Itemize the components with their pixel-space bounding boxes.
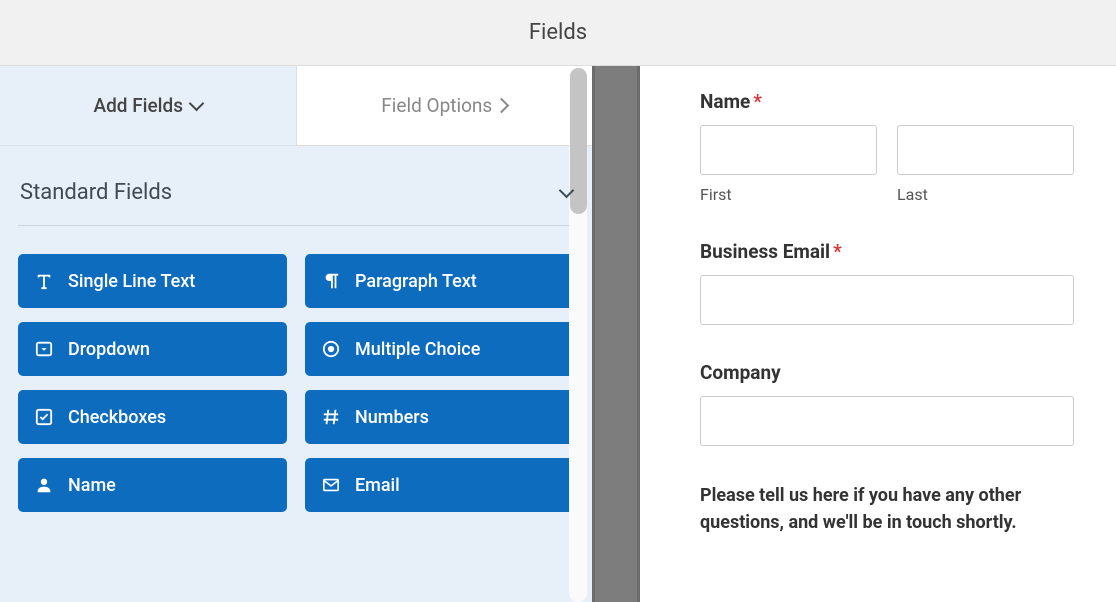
hash-icon	[321, 407, 341, 427]
tab-field-options[interactable]: Field Options	[297, 66, 593, 146]
field-multiple-choice[interactable]: Multiple Choice	[305, 322, 574, 376]
checkbox-icon	[34, 407, 54, 427]
tab-label: Field Options	[381, 94, 492, 117]
envelope-icon	[321, 475, 341, 495]
paragraph-icon	[321, 271, 341, 291]
name-row: First Last	[700, 125, 1074, 204]
page-header: Fields	[0, 0, 1116, 66]
required-asterisk: *	[753, 90, 762, 113]
company-input[interactable]	[700, 396, 1074, 446]
field-label: Name	[68, 475, 116, 496]
field-paragraph-text[interactable]: Paragraph Text	[305, 254, 574, 308]
text-icon	[34, 271, 54, 291]
user-icon	[34, 475, 54, 495]
email-input[interactable]	[700, 275, 1074, 325]
field-email[interactable]: Email	[305, 458, 574, 512]
tab-label: Add Fields	[93, 94, 183, 117]
label-email: Business Email*	[700, 240, 1074, 263]
form-group-name[interactable]: Name* First Last	[700, 90, 1074, 204]
chevron-down-icon	[189, 95, 205, 111]
label-text: Company	[700, 361, 781, 384]
label-name: Name*	[700, 90, 1074, 113]
field-label: Single Line Text	[68, 271, 195, 292]
form-hint-text: Please tell us here if you have any othe…	[700, 482, 1074, 536]
form-group-company[interactable]: Company	[700, 361, 1074, 446]
field-dropdown[interactable]: Dropdown	[18, 322, 287, 376]
field-label: Numbers	[355, 407, 429, 428]
section-standard-fields[interactable]: Standard Fields	[18, 166, 574, 226]
form-group-email[interactable]: Business Email*	[700, 240, 1074, 325]
form-preview: Name* First Last Business Email* Co	[640, 66, 1116, 602]
field-name[interactable]: Name	[18, 458, 287, 512]
field-label: Checkboxes	[68, 407, 166, 428]
chevron-right-icon	[494, 98, 510, 114]
name-first-col: First	[700, 125, 877, 204]
field-label: Multiple Choice	[355, 339, 480, 360]
fields-list-panel: Standard Fields Single Line Text Paragra…	[0, 146, 592, 602]
field-single-line-text[interactable]: Single Line Text	[18, 254, 287, 308]
divider-gutter	[592, 66, 640, 602]
fields-panel: Add Fields Field Options Standard Fields…	[0, 66, 592, 602]
field-label: Dropdown	[68, 339, 150, 360]
required-asterisk: *	[833, 240, 842, 263]
label-text: Business Email	[700, 240, 830, 263]
first-name-input[interactable]	[700, 125, 877, 175]
sublabel-last: Last	[897, 185, 1074, 204]
field-checkboxes[interactable]: Checkboxes	[18, 390, 287, 444]
label-company: Company	[700, 361, 1074, 384]
panel-tabs: Add Fields Field Options	[0, 66, 592, 146]
field-label: Email	[355, 475, 400, 496]
field-grid: Single Line Text Paragraph Text Dropdown	[18, 226, 574, 512]
tab-add-fields[interactable]: Add Fields	[0, 66, 297, 146]
page-title: Fields	[529, 20, 587, 45]
main-layout: Add Fields Field Options Standard Fields…	[0, 66, 1116, 602]
section-title: Standard Fields	[20, 180, 172, 205]
radio-icon	[321, 339, 341, 359]
field-label: Paragraph Text	[355, 271, 477, 292]
field-numbers[interactable]: Numbers	[305, 390, 574, 444]
sublabel-first: First	[700, 185, 877, 204]
last-name-input[interactable]	[897, 125, 1074, 175]
label-text: Name	[700, 90, 750, 113]
dropdown-icon	[34, 339, 54, 359]
name-last-col: Last	[897, 125, 1074, 204]
